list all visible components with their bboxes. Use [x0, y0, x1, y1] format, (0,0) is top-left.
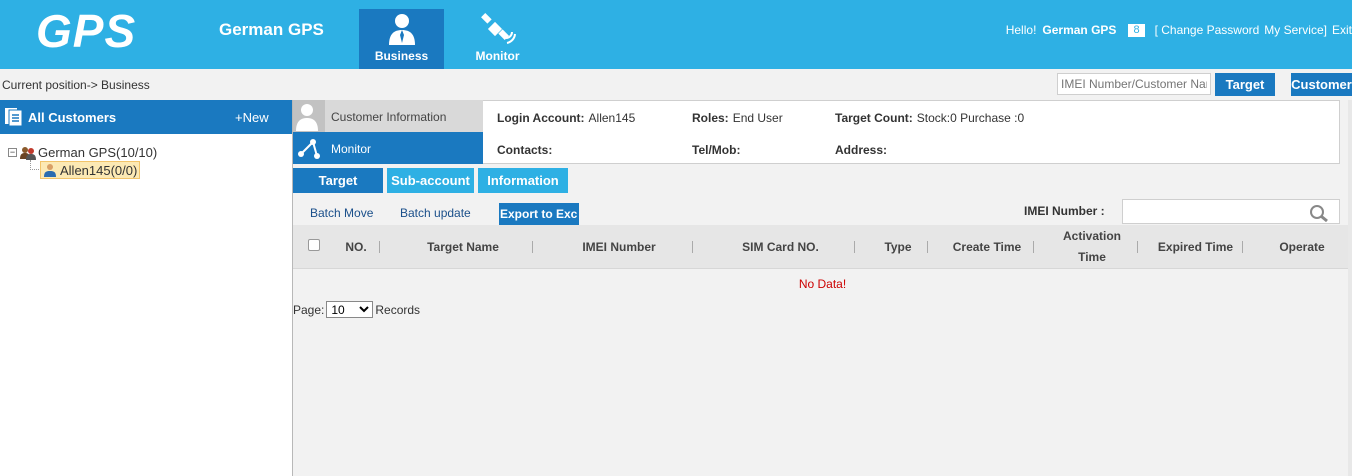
username: German GPS: [1042, 23, 1117, 37]
empty-state-message: No Data!: [798, 277, 847, 291]
app-logo: GPS: [36, 5, 137, 57]
tab-customer-information-label: Customer Information: [331, 110, 447, 124]
imei-customer-search-input[interactable]: [1057, 73, 1211, 95]
column-imei-number[interactable]: IMEI Number: [533, 225, 705, 269]
nav-tab-business-label: Business: [374, 49, 429, 63]
customer-search-button[interactable]: Customer: [1291, 73, 1352, 96]
address-field: Address:: [835, 143, 891, 157]
share-nodes-icon: [293, 132, 325, 164]
tel-mob-field: Tel/Mob:: [692, 143, 744, 157]
column-divider: [379, 241, 380, 253]
nav-tab-monitor[interactable]: Monitor: [455, 9, 540, 69]
login-account-field: Login Account: Allen145: [497, 111, 635, 125]
sidebar-header: All Customers +New: [0, 100, 292, 134]
tree-node-root-label: German GPS(10/10): [38, 145, 158, 160]
column-target-name[interactable]: Target Name: [381, 225, 545, 269]
customer-sidebar: All Customers +New − German GPS(10/10) A…: [0, 100, 293, 476]
user-silhouette-icon: [293, 100, 325, 132]
top-header: GPS German GPS Business Monitor Hello! G…: [0, 0, 1352, 69]
sidebar-title: All Customers: [28, 110, 117, 125]
address-label: Address:: [835, 143, 888, 157]
info-tabs: Customer Information Monitor: [293, 100, 483, 164]
company-name: German GPS: [219, 20, 324, 39]
nav-tab-monitor-label: Monitor: [475, 49, 520, 63]
search-icon[interactable]: [1309, 204, 1329, 222]
subtab-target[interactable]: Target: [293, 168, 383, 193]
target-count-label: Target Count:: [835, 111, 913, 125]
greeting-text: Hello!: [1005, 23, 1037, 37]
tree-node-child-label: Allen145(0/0): [60, 162, 138, 178]
satellite-icon: [480, 13, 516, 44]
user-icon: [44, 164, 56, 177]
tel-mob-label: Tel/Mob:: [692, 143, 741, 157]
roles-label: Roles:: [692, 111, 729, 125]
roles-value: End User: [732, 111, 783, 125]
tree-node-root[interactable]: − German GPS(10/10): [8, 145, 157, 160]
batch-update-link[interactable]: Batch update: [400, 206, 471, 220]
column-operate: Operate: [1279, 239, 1325, 254]
login-account-value: Allen145: [588, 111, 636, 125]
tree-connector: [30, 160, 39, 170]
pager: Page: 10 Records: [293, 301, 420, 318]
tab-customer-information[interactable]: Customer Information: [293, 100, 483, 132]
target-count-value: Stock:0 Purchase :0: [916, 111, 1025, 125]
tree-node-child-selected[interactable]: Allen145(0/0): [40, 161, 141, 179]
roles-field: Roles: End User: [692, 111, 783, 125]
target-search-button[interactable]: Target: [1215, 73, 1275, 96]
exit-link[interactable]: Exit: [1332, 23, 1352, 37]
document-list-icon: [5, 108, 23, 127]
my-service-link[interactable]: My Service]: [1264, 23, 1327, 37]
records-label: Records: [375, 302, 421, 317]
table-header: NO. Target Name IMEI Number SIM Card NO.…: [293, 225, 1352, 269]
column-activation-time[interactable]: Activation Time: [1034, 225, 1150, 269]
collapse-toggle-icon[interactable]: −: [8, 148, 17, 157]
business-person-icon: [388, 14, 415, 45]
export-excel-button[interactable]: Export to Exc: [499, 203, 579, 225]
user-group-icon: [20, 146, 36, 160]
column-sim-card-no[interactable]: SIM Card NO.: [693, 225, 868, 269]
sub-tabs: Target Sub-account Information: [293, 168, 572, 193]
page-scrollbar[interactable]: [1348, 100, 1352, 476]
change-password-link[interactable]: [ Change Password: [1155, 23, 1260, 37]
breadcrumb: Current position-> Business: [2, 78, 150, 92]
subtab-information[interactable]: Information: [478, 168, 568, 193]
customer-info-box: Login Account: Allen145 Roles: End User Ta…: [483, 100, 1340, 164]
page-size-label: Page:: [293, 302, 325, 317]
user-area: Hello! German GPS 8 [ Change Password My…: [1006, 22, 1352, 38]
column-no[interactable]: NO.: [333, 225, 379, 269]
tab-monitor[interactable]: Monitor: [293, 132, 483, 164]
breadcrumb-bar: Current position-> Business Target Custo…: [0, 69, 1352, 100]
message-count-badge[interactable]: 8: [1128, 23, 1145, 37]
main-content: Customer Information Monitor Login Accou…: [293, 100, 1352, 476]
column-expired-time[interactable]: Expired Time: [1138, 225, 1253, 269]
tab-monitor-label: Monitor: [331, 142, 372, 156]
page-size-select[interactable]: 10: [326, 301, 374, 318]
imei-number-label: IMEI Number :: [1024, 204, 1105, 218]
login-account-label: Login Account:: [497, 111, 585, 125]
imei-number-search-box: [1122, 199, 1340, 224]
subtab-sub-account[interactable]: Sub-account: [387, 168, 474, 193]
nav-tab-business[interactable]: Business: [359, 9, 444, 69]
select-all-checkbox[interactable]: [308, 239, 320, 251]
target-count-field: Target Count: Stock:0 Purchase :0: [835, 111, 1024, 125]
column-create-time[interactable]: Create Time: [928, 225, 1046, 269]
contacts-field: Contacts:: [497, 143, 556, 157]
imei-number-input[interactable]: [1125, 200, 1305, 222]
batch-move-link[interactable]: Batch Move: [310, 206, 373, 220]
contacts-label: Contacts:: [497, 143, 553, 157]
new-customer-button[interactable]: +New: [235, 110, 269, 125]
